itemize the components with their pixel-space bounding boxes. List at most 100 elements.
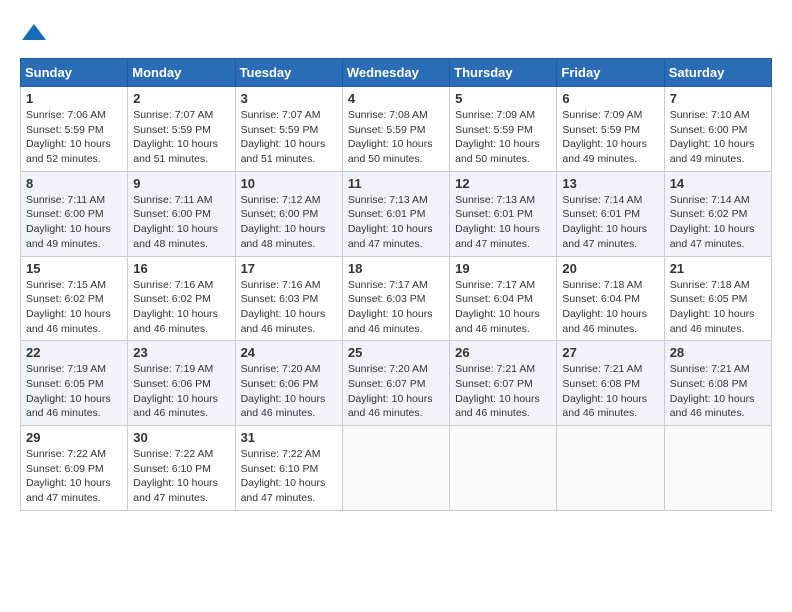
calendar-cell: 5 Sunrise: 7:09 AMSunset: 5:59 PMDayligh… [450, 87, 557, 172]
calendar-cell: 12 Sunrise: 7:13 AMSunset: 6:01 PMDaylig… [450, 171, 557, 256]
calendar-cell [342, 426, 449, 511]
calendar-cell: 22 Sunrise: 7:19 AMSunset: 6:05 PMDaylig… [21, 341, 128, 426]
calendar-cell: 6 Sunrise: 7:09 AMSunset: 5:59 PMDayligh… [557, 87, 664, 172]
calendar-cell: 10 Sunrise: 7:12 AMSunset: 6:00 PMDaylig… [235, 171, 342, 256]
day-info: Sunrise: 7:07 AMSunset: 5:59 PMDaylight:… [133, 108, 229, 167]
weekday-header: Sunday [21, 59, 128, 87]
day-number: 4 [348, 91, 444, 106]
day-info: Sunrise: 7:18 AMSunset: 6:04 PMDaylight:… [562, 278, 658, 337]
day-number: 13 [562, 176, 658, 191]
calendar-cell: 14 Sunrise: 7:14 AMSunset: 6:02 PMDaylig… [664, 171, 771, 256]
calendar-week-row: 15 Sunrise: 7:15 AMSunset: 6:02 PMDaylig… [21, 256, 772, 341]
day-info: Sunrise: 7:17 AMSunset: 6:03 PMDaylight:… [348, 278, 444, 337]
weekday-header: Saturday [664, 59, 771, 87]
day-info: Sunrise: 7:19 AMSunset: 6:06 PMDaylight:… [133, 362, 229, 421]
day-number: 17 [241, 261, 337, 276]
day-info: Sunrise: 7:22 AMSunset: 6:10 PMDaylight:… [241, 447, 337, 506]
day-number: 7 [670, 91, 766, 106]
day-number: 11 [348, 176, 444, 191]
logo-icon [20, 20, 48, 48]
calendar-cell: 8 Sunrise: 7:11 AMSunset: 6:00 PMDayligh… [21, 171, 128, 256]
calendar-cell: 16 Sunrise: 7:16 AMSunset: 6:02 PMDaylig… [128, 256, 235, 341]
calendar-cell: 28 Sunrise: 7:21 AMSunset: 6:08 PMDaylig… [664, 341, 771, 426]
calendar-cell: 27 Sunrise: 7:21 AMSunset: 6:08 PMDaylig… [557, 341, 664, 426]
day-number: 15 [26, 261, 122, 276]
day-info: Sunrise: 7:19 AMSunset: 6:05 PMDaylight:… [26, 362, 122, 421]
day-info: Sunrise: 7:08 AMSunset: 5:59 PMDaylight:… [348, 108, 444, 167]
calendar-cell: 30 Sunrise: 7:22 AMSunset: 6:10 PMDaylig… [128, 426, 235, 511]
day-info: Sunrise: 7:13 AMSunset: 6:01 PMDaylight:… [455, 193, 551, 252]
calendar-cell: 13 Sunrise: 7:14 AMSunset: 6:01 PMDaylig… [557, 171, 664, 256]
page-header [20, 20, 772, 48]
day-info: Sunrise: 7:11 AMSunset: 6:00 PMDaylight:… [133, 193, 229, 252]
day-info: Sunrise: 7:16 AMSunset: 6:02 PMDaylight:… [133, 278, 229, 337]
day-number: 5 [455, 91, 551, 106]
day-info: Sunrise: 7:11 AMSunset: 6:00 PMDaylight:… [26, 193, 122, 252]
calendar-week-row: 29 Sunrise: 7:22 AMSunset: 6:09 PMDaylig… [21, 426, 772, 511]
calendar-cell: 17 Sunrise: 7:16 AMSunset: 6:03 PMDaylig… [235, 256, 342, 341]
day-number: 31 [241, 430, 337, 445]
day-info: Sunrise: 7:17 AMSunset: 6:04 PMDaylight:… [455, 278, 551, 337]
calendar-week-row: 8 Sunrise: 7:11 AMSunset: 6:00 PMDayligh… [21, 171, 772, 256]
day-info: Sunrise: 7:14 AMSunset: 6:01 PMDaylight:… [562, 193, 658, 252]
day-info: Sunrise: 7:10 AMSunset: 6:00 PMDaylight:… [670, 108, 766, 167]
weekday-header: Monday [128, 59, 235, 87]
day-number: 14 [670, 176, 766, 191]
calendar-cell: 20 Sunrise: 7:18 AMSunset: 6:04 PMDaylig… [557, 256, 664, 341]
day-number: 30 [133, 430, 229, 445]
day-info: Sunrise: 7:06 AMSunset: 5:59 PMDaylight:… [26, 108, 122, 167]
day-info: Sunrise: 7:21 AMSunset: 6:07 PMDaylight:… [455, 362, 551, 421]
day-number: 19 [455, 261, 551, 276]
day-number: 29 [26, 430, 122, 445]
calendar-cell: 23 Sunrise: 7:19 AMSunset: 6:06 PMDaylig… [128, 341, 235, 426]
calendar-cell: 24 Sunrise: 7:20 AMSunset: 6:06 PMDaylig… [235, 341, 342, 426]
day-number: 20 [562, 261, 658, 276]
weekday-row: SundayMondayTuesdayWednesdayThursdayFrid… [21, 59, 772, 87]
calendar-cell: 11 Sunrise: 7:13 AMSunset: 6:01 PMDaylig… [342, 171, 449, 256]
weekday-header: Wednesday [342, 59, 449, 87]
day-number: 27 [562, 345, 658, 360]
day-number: 21 [670, 261, 766, 276]
day-number: 6 [562, 91, 658, 106]
day-info: Sunrise: 7:21 AMSunset: 6:08 PMDaylight:… [670, 362, 766, 421]
calendar-cell: 1 Sunrise: 7:06 AMSunset: 5:59 PMDayligh… [21, 87, 128, 172]
day-number: 3 [241, 91, 337, 106]
calendar-cell: 4 Sunrise: 7:08 AMSunset: 5:59 PMDayligh… [342, 87, 449, 172]
calendar-cell [664, 426, 771, 511]
calendar-cell: 3 Sunrise: 7:07 AMSunset: 5:59 PMDayligh… [235, 87, 342, 172]
day-number: 12 [455, 176, 551, 191]
day-info: Sunrise: 7:18 AMSunset: 6:05 PMDaylight:… [670, 278, 766, 337]
calendar-cell: 26 Sunrise: 7:21 AMSunset: 6:07 PMDaylig… [450, 341, 557, 426]
calendar-cell: 15 Sunrise: 7:15 AMSunset: 6:02 PMDaylig… [21, 256, 128, 341]
calendar-week-row: 1 Sunrise: 7:06 AMSunset: 5:59 PMDayligh… [21, 87, 772, 172]
day-info: Sunrise: 7:16 AMSunset: 6:03 PMDaylight:… [241, 278, 337, 337]
calendar-cell: 29 Sunrise: 7:22 AMSunset: 6:09 PMDaylig… [21, 426, 128, 511]
day-number: 8 [26, 176, 122, 191]
day-info: Sunrise: 7:14 AMSunset: 6:02 PMDaylight:… [670, 193, 766, 252]
day-number: 18 [348, 261, 444, 276]
day-number: 25 [348, 345, 444, 360]
day-info: Sunrise: 7:20 AMSunset: 6:07 PMDaylight:… [348, 362, 444, 421]
day-number: 16 [133, 261, 229, 276]
calendar-cell: 9 Sunrise: 7:11 AMSunset: 6:00 PMDayligh… [128, 171, 235, 256]
day-number: 22 [26, 345, 122, 360]
day-info: Sunrise: 7:07 AMSunset: 5:59 PMDaylight:… [241, 108, 337, 167]
day-number: 26 [455, 345, 551, 360]
calendar-week-row: 22 Sunrise: 7:19 AMSunset: 6:05 PMDaylig… [21, 341, 772, 426]
day-number: 28 [670, 345, 766, 360]
day-info: Sunrise: 7:13 AMSunset: 6:01 PMDaylight:… [348, 193, 444, 252]
weekday-header: Friday [557, 59, 664, 87]
logo [20, 20, 52, 48]
calendar-body: 1 Sunrise: 7:06 AMSunset: 5:59 PMDayligh… [21, 87, 772, 511]
day-info: Sunrise: 7:20 AMSunset: 6:06 PMDaylight:… [241, 362, 337, 421]
day-number: 24 [241, 345, 337, 360]
day-number: 9 [133, 176, 229, 191]
calendar-cell: 25 Sunrise: 7:20 AMSunset: 6:07 PMDaylig… [342, 341, 449, 426]
day-info: Sunrise: 7:09 AMSunset: 5:59 PMDaylight:… [562, 108, 658, 167]
calendar-cell: 18 Sunrise: 7:17 AMSunset: 6:03 PMDaylig… [342, 256, 449, 341]
day-info: Sunrise: 7:21 AMSunset: 6:08 PMDaylight:… [562, 362, 658, 421]
calendar-cell: 19 Sunrise: 7:17 AMSunset: 6:04 PMDaylig… [450, 256, 557, 341]
weekday-header: Tuesday [235, 59, 342, 87]
calendar-cell: 7 Sunrise: 7:10 AMSunset: 6:00 PMDayligh… [664, 87, 771, 172]
day-info: Sunrise: 7:12 AMSunset: 6:00 PMDaylight:… [241, 193, 337, 252]
